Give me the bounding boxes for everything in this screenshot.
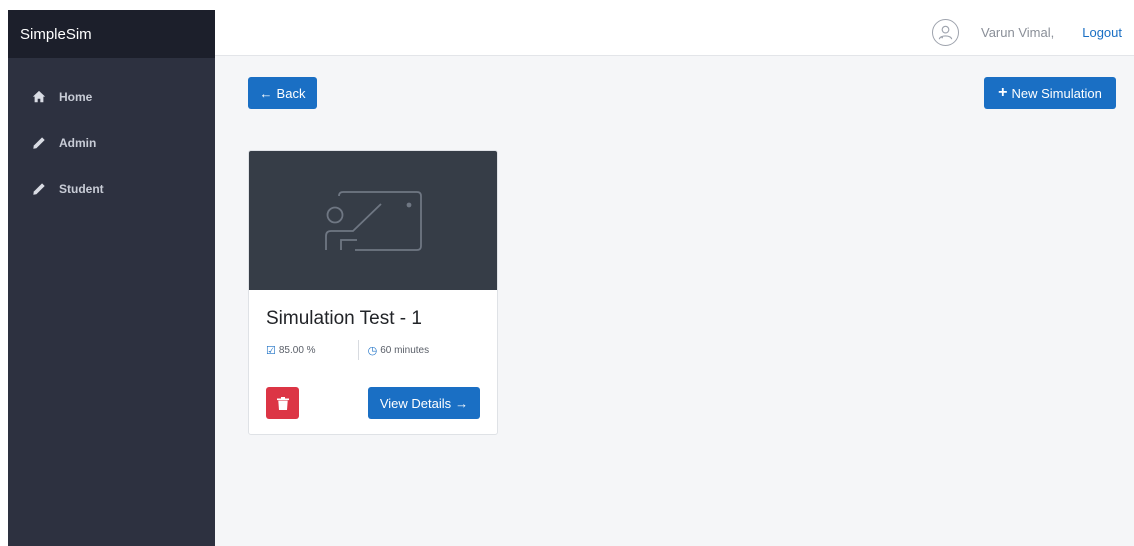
sidebar-item-label: Student xyxy=(59,182,104,196)
home-icon xyxy=(32,90,46,104)
avatar[interactable] xyxy=(932,19,959,46)
card-title: Simulation Test - 1 xyxy=(266,308,422,329)
simulation-card: Simulation Test - 1 ☑ 85.00 % ◷ 60 minut… xyxy=(248,150,498,435)
sidebar-item-admin[interactable]: Admin xyxy=(8,120,215,166)
new-simulation-label: New Simulation xyxy=(1011,85,1102,101)
presentation-icon xyxy=(325,190,422,251)
view-details-button[interactable]: View Details → xyxy=(368,387,480,419)
card-thumbnail xyxy=(249,151,497,290)
sidebar-nav: Home Admin Student xyxy=(8,58,215,212)
pencil-icon xyxy=(32,182,46,196)
checkbox-icon: ☑ xyxy=(266,344,276,357)
meta-divider xyxy=(357,340,359,360)
pencil-icon xyxy=(32,136,46,150)
sidebar-item-student[interactable]: Student xyxy=(8,166,215,212)
duration-value: 60 minutes xyxy=(380,344,430,356)
sidebar: SimpleSim Home Admin Student xyxy=(8,10,215,546)
user-icon xyxy=(938,25,953,40)
back-button-label: Back xyxy=(276,85,306,101)
app: SimpleSim Home Admin Student Varun Vimal… xyxy=(8,10,1134,546)
username: Varun Vimal, xyxy=(981,25,1055,40)
back-button[interactable]: ← Back xyxy=(248,77,317,109)
view-details-label: View Details xyxy=(379,395,452,411)
duration: ◷ 60 minutes xyxy=(368,344,430,357)
topbar: Varun Vimal, Logout xyxy=(215,10,1134,56)
sidebar-item-label: Home xyxy=(59,90,93,104)
score-value: 85.00 % xyxy=(278,344,316,356)
brand-logo[interactable]: SimpleSim xyxy=(8,10,215,58)
main-area: Varun Vimal, Logout ← Back + New Simulat… xyxy=(215,10,1134,546)
delete-button[interactable] xyxy=(266,387,299,419)
card-body: Simulation Test - 1 ☑ 85.00 % ◷ 60 minut… xyxy=(249,290,497,434)
clock-icon: ◷ xyxy=(367,344,378,357)
score: ☑ 85.00 % xyxy=(266,344,316,357)
new-simulation-button[interactable]: + New Simulation xyxy=(984,77,1116,109)
content: ← Back + New Simulation Simulation Test … xyxy=(215,56,1134,546)
sidebar-item-label: Admin xyxy=(59,136,97,150)
sidebar-item-home[interactable]: Home xyxy=(8,74,215,120)
card-meta: ☑ 85.00 % ◷ 60 minutes xyxy=(266,340,480,360)
plus-icon: + xyxy=(998,84,1008,101)
arrow-right-icon: → xyxy=(455,395,469,411)
logout-link[interactable]: Logout xyxy=(1082,25,1122,40)
arrow-left-icon: ← xyxy=(259,85,273,101)
trash-icon xyxy=(276,396,289,410)
card-actions: View Details → xyxy=(266,387,480,419)
